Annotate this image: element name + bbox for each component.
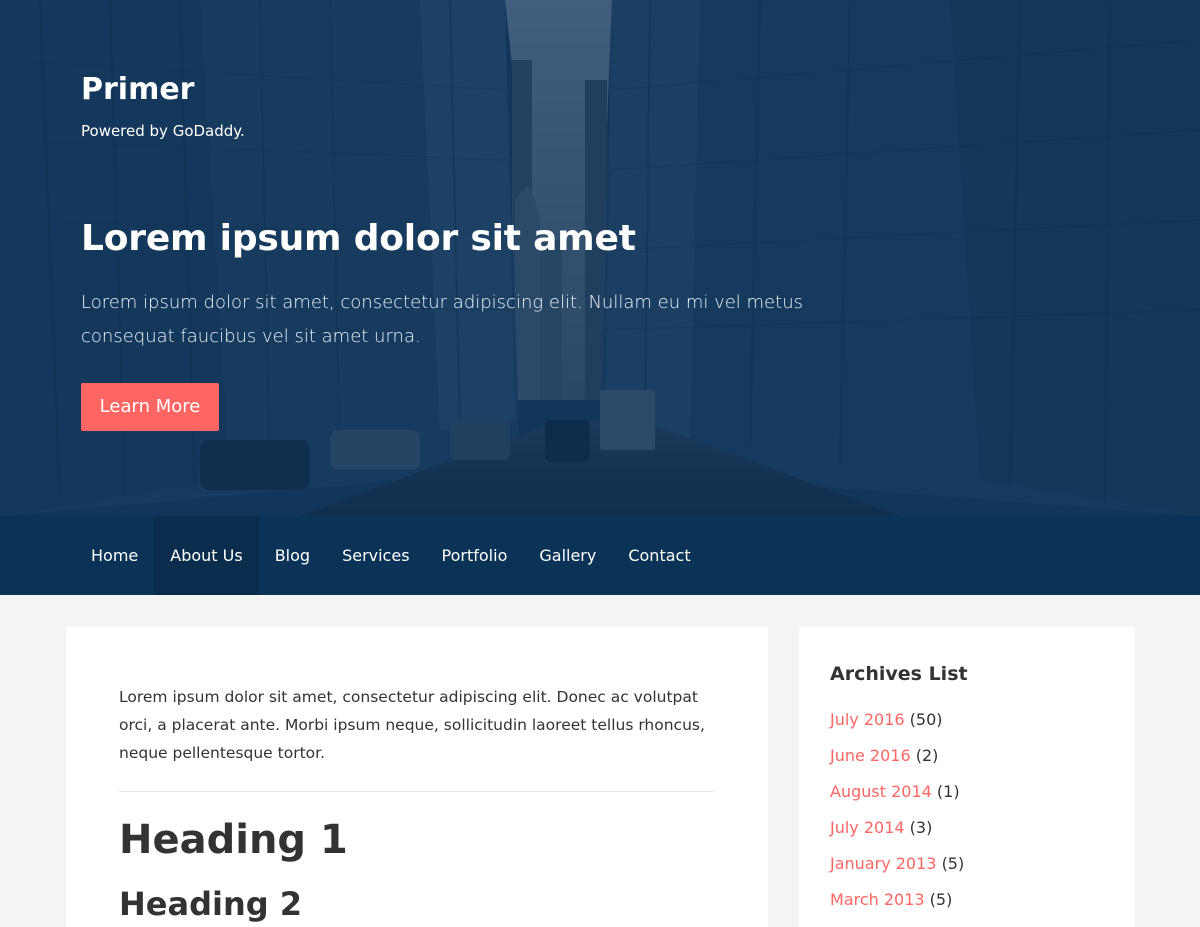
archive-count: (5) xyxy=(941,854,965,873)
archive-count: (3) xyxy=(909,818,933,837)
archive-link[interactable]: August 2014 xyxy=(830,782,932,801)
nav-menu: Home About Us Blog Services Portfolio Ga… xyxy=(75,516,707,595)
archive-item: July 2014 (3) xyxy=(830,815,964,851)
nav-item-gallery[interactable]: Gallery xyxy=(523,516,612,595)
archive-item: June 2016 (2) xyxy=(830,743,964,779)
nav-item-portfolio[interactable]: Portfolio xyxy=(426,516,524,595)
hero-text: Lorem ipsum dolor sit amet, consectetur … xyxy=(81,292,803,347)
archive-item: July 2016 (50) xyxy=(830,707,964,743)
archive-link[interactable]: July 2014 xyxy=(830,818,905,837)
content-divider xyxy=(119,791,714,792)
content-card: Lorem ipsum dolor sit amet, consectetur … xyxy=(66,627,768,927)
nav-item-contact[interactable]: Contact xyxy=(612,516,706,595)
archive-link[interactable]: July 2016 xyxy=(830,710,905,729)
hero-heading: Lorem ipsum dolor sit amet xyxy=(81,218,636,259)
site-title[interactable]: Primer xyxy=(81,72,194,107)
site-tagline: Powered by GoDaddy. xyxy=(81,122,245,140)
archive-item: March 2013 (5) xyxy=(830,887,964,923)
intro-paragraph: Lorem ipsum dolor sit amet, consectetur … xyxy=(119,688,705,762)
archive-count: (1) xyxy=(936,782,960,801)
archive-item: January 2013 (5) xyxy=(830,851,964,887)
learn-more-button[interactable]: Learn More xyxy=(81,383,219,431)
archive-list: July 2016 (50) June 2016 (2) August 2014… xyxy=(830,707,964,923)
nav-item-blog[interactable]: Blog xyxy=(259,516,326,595)
archive-item: August 2014 (1) xyxy=(830,779,964,815)
heading-2: Heading 2 xyxy=(119,885,303,923)
hero-section: Primer Powered by GoDaddy. Lorem ipsum d… xyxy=(0,0,1200,516)
nav-item-services[interactable]: Services xyxy=(326,516,425,595)
archive-link[interactable]: January 2013 xyxy=(830,854,936,873)
widget-title: Archives List xyxy=(830,663,968,685)
nav-item-home[interactable]: Home xyxy=(75,516,154,595)
heading-1: Heading 1 xyxy=(119,817,348,863)
archive-count: (50) xyxy=(909,710,943,729)
archive-count: (2) xyxy=(915,746,939,765)
archive-link[interactable]: June 2016 xyxy=(830,746,911,765)
sidebar-archives-widget: Archives List July 2016 (50) June 2016 (… xyxy=(799,627,1135,927)
main-navigation: Home About Us Blog Services Portfolio Ga… xyxy=(0,516,1200,595)
nav-item-about-us[interactable]: About Us xyxy=(154,516,259,595)
